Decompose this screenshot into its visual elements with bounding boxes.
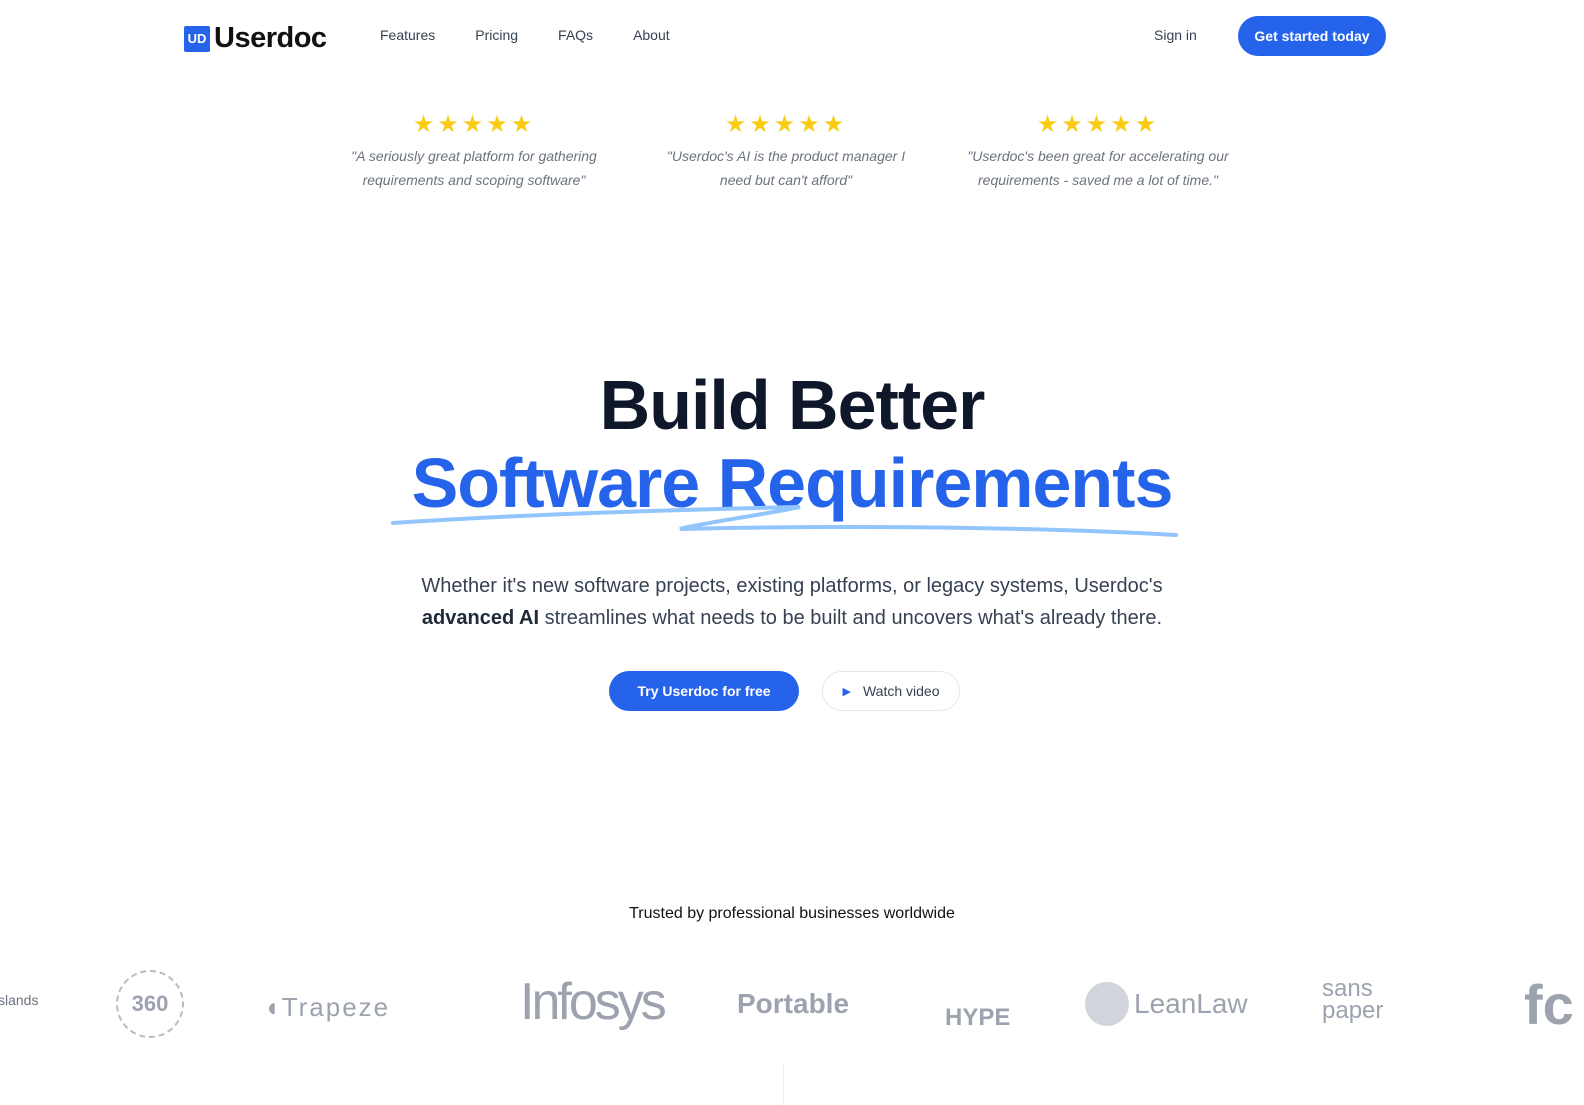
star-rating-icon: ★★★★★ — [724, 111, 848, 138]
nav-faqs[interactable]: FAQs — [558, 27, 593, 43]
logo-leanlaw: LeanLaw — [1134, 988, 1248, 1019]
trusted-title: Trusted by professional businesses world… — [629, 905, 955, 922]
review-quote: "Userdoc's been great for accelerating o… — [967, 148, 1229, 188]
star-rating-icon: ★★★★★ — [1036, 111, 1160, 138]
nav-pricing[interactable]: Pricing — [475, 27, 518, 43]
logo-portable: Portable — [737, 988, 850, 1019]
logo-text: Userdoc — [214, 22, 327, 54]
review-card: ★★★★★ "Userdoc's AI is the product manag… — [651, 110, 921, 192]
play-icon: ▶ — [842, 685, 851, 698]
review-card: ★★★★★ "A seriously great platform for ga… — [339, 110, 609, 192]
review-quote: "Userdoc's AI is the product manager I n… — [666, 148, 906, 188]
userdoc-logo[interactable]: UD Userdoc — [184, 22, 327, 55]
logo-trapeze: ◖Trapeze — [264, 992, 391, 1022]
hero-title-line1: Build Better — [599, 366, 986, 444]
review-quote: "A seriously great platform for gatherin… — [351, 148, 597, 188]
logo-infosys: Infosys — [520, 973, 667, 1031]
watch-video-button[interactable]: ▶ Watch video — [822, 671, 960, 711]
logo-badge: UD — [184, 25, 210, 52]
logo-trapeze-text: Trapeze — [281, 992, 391, 1022]
subtitle-bold: advanced AI — [421, 607, 540, 629]
star-rating-icon: ★★★★★ — [412, 111, 536, 138]
logo-fc: fc — [1524, 973, 1574, 1036]
review-card: ★★★★★ "Userdoc's been great for accelera… — [963, 110, 1233, 192]
logo-360: 360 — [116, 970, 184, 1038]
hero-subtitle: Whether it's new software projects, exis… — [0, 570, 1584, 634]
top-nav: UD Userdoc Features Pricing FAQs About S… — [0, 16, 1584, 56]
underline-squiggle-icon — [391, 505, 1178, 537]
logo-hype: HYPE — [945, 1004, 1011, 1031]
try-free-button[interactable]: Try Userdoc for free — [609, 671, 799, 711]
logo-sans-paper: sans paper — [1322, 975, 1384, 1024]
sign-in-link[interactable]: Sign in — [1154, 27, 1197, 43]
nav-features[interactable]: Features — [380, 27, 435, 43]
subtitle-text: Whether it's new software projects, exis… — [421, 575, 1163, 597]
subtitle-text: streamlines what needs to be built and u… — [544, 607, 1163, 629]
get-started-button[interactable]: Get started today — [1238, 16, 1386, 56]
watch-video-label: Watch video — [862, 683, 940, 699]
nav-about[interactable]: About — [633, 27, 670, 43]
divider — [783, 1065, 784, 1105]
logo-islands: slands — [0, 992, 39, 1008]
